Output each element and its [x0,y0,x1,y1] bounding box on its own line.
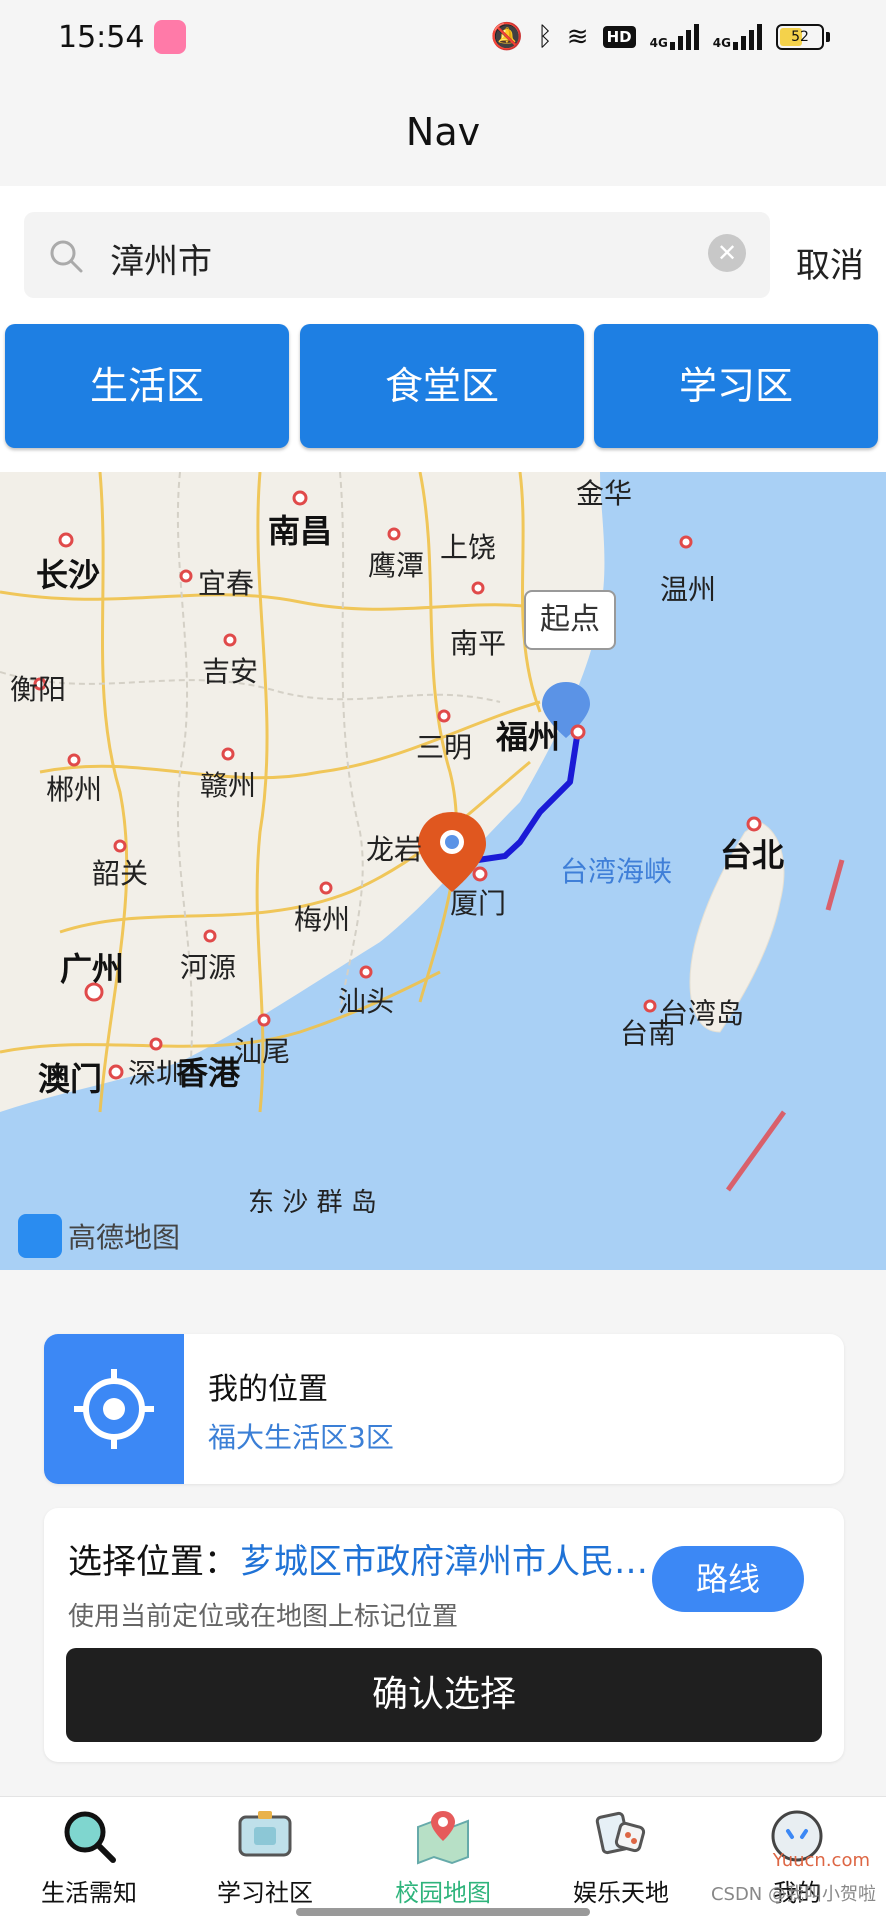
map-label: 韶关 [92,857,149,890]
route-button[interactable]: 路线 [652,1546,804,1612]
map-provider-logo: 高德地图 [18,1214,180,1258]
map-label: 福州 [496,718,561,756]
map-label: 广州 [60,950,125,988]
watermark-site: Yuucn.com [772,1850,870,1871]
map-label: 温州 [660,573,717,606]
select-location-card: 选择位置： 芗城区市政府漳州市人民政府 使用当前定位或在地图上标记位置 路线 确… [44,1508,844,1762]
map-label: 汕尾 [234,1035,291,1068]
sea-label: 台湾海峡 [560,855,673,888]
map-label: 梅州 [294,903,351,936]
map-label: 厦门 [450,887,507,920]
map-label: 长沙 [36,556,101,594]
tab-entertainment[interactable]: 娱乐天地 [546,1807,696,1908]
nav-header: Nav [0,76,886,186]
category-buttons: 生活区 食堂区 学习区 [0,316,886,472]
map-label: 香港 [176,1054,241,1092]
my-location-card[interactable]: 我的位置 福大生活区3区 [44,1334,844,1484]
home-indicator[interactable] [296,1908,590,1916]
monitor-icon [238,1811,292,1857]
map-label: 吉安 [202,655,259,688]
locate-icon [74,1369,154,1449]
map-label: 台南 [620,1017,677,1050]
signal-4g-icon: 4G [713,24,762,50]
map-label: 汕头 [338,985,395,1018]
map-icon [417,1811,469,1865]
watermark: CSDN @我叫小贺啦 [710,1884,876,1905]
start-callout: 起点 [524,590,616,650]
cards-icon [595,1811,646,1855]
mute-icon: 🔕 [490,22,524,52]
map-label: 南平 [450,627,507,660]
search-icon [50,240,83,273]
status-time: 15:54 [58,20,145,55]
map-label: 鹰潭 [368,549,425,582]
selected-location-value: 芗城区市政府漳州市人民政府 [240,1542,660,1582]
map-label: 赣州 [200,769,257,802]
battery-icon: 52 [776,24,830,50]
bluetooth-icon: ᛒ [537,22,553,52]
clear-icon[interactable]: ✕ [708,234,746,272]
map-label: 台北 [720,836,785,874]
map-label: 东 沙 群 岛 [248,1188,377,1218]
search-bar: 漳州市 ✕ 取消 [0,186,886,316]
wifi-icon: ≋ [566,22,589,52]
status-bar: 15:54 🔕 ᛒ ≋ HD 4G 4G 52 [0,0,886,76]
map-label: 南昌 [268,512,333,550]
category-button-living[interactable]: 生活区 [5,324,289,448]
map-label: 衡阳 [10,673,67,706]
status-icons: 🔕 ᛒ ≋ HD 4G 4G 52 [491,22,830,52]
map-label: 三明 [416,731,473,764]
my-location-title: 我的位置 [208,1372,328,1407]
page-title: Nav [405,110,481,154]
map-label: 澳门 [38,1060,103,1098]
tab-life-guide[interactable]: 生活需知 [14,1807,164,1908]
search-input-value: 漳州市 [110,242,212,282]
category-button-study[interactable]: 学习区 [594,324,878,448]
map-label: 河源 [180,951,237,984]
map-label: 龙岩 [366,833,423,866]
amap-logo-icon [18,1214,62,1258]
search-input[interactable]: 漳州市 ✕ [24,212,770,298]
my-location-address: 福大生活区3区 [208,1421,394,1454]
select-location-label: 选择位置： [68,1542,238,1582]
app-notification-icon [154,20,186,54]
map-label: 金华 [576,477,633,510]
confirm-selection-button[interactable]: 确认选择 [66,1648,822,1742]
map-view[interactable]: 南昌 长沙 宜春 鹰潭 上饶 金华 温州 南平 衡阳 吉安 三明 福州 郴州 赣… [0,472,886,1270]
map-label: 郴州 [46,773,103,806]
category-button-canteen[interactable]: 食堂区 [300,324,584,448]
map-label: 上饶 [440,531,497,564]
locate-icon-box [44,1334,184,1484]
magnifier-icon [64,1811,116,1863]
tab-campus-map[interactable]: 校园地图 [368,1807,518,1908]
select-location-hint: 使用当前定位或在地图上标记位置 [68,1602,459,1632]
signal-4g-icon: 4G [650,24,699,50]
map-label: 宜春 [198,567,255,600]
tab-study-community[interactable]: 学习社区 [190,1807,340,1908]
hd-icon: HD [602,26,636,48]
cancel-button[interactable]: 取消 [796,238,864,287]
